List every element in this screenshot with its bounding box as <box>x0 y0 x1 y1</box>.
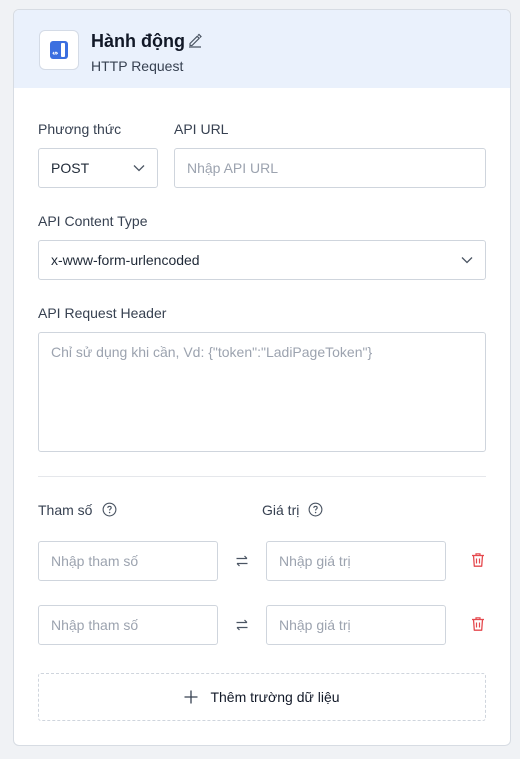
param-value-input[interactable] <box>279 553 433 569</box>
param-value-label: Giá trị <box>262 502 300 518</box>
api-url-input[interactable] <box>187 160 473 176</box>
http-request-icon <box>39 30 79 70</box>
param-value-field <box>266 605 446 645</box>
param-key-field <box>38 605 218 645</box>
question-circle-icon[interactable] <box>102 502 117 517</box>
http-request-action-panel: Hành động HTTP Request Phương thức POST … <box>13 9 511 746</box>
api-url-field <box>174 148 486 188</box>
panel-subtitle: HTTP Request <box>91 58 184 74</box>
param-key-field <box>38 541 218 581</box>
method-value: POST <box>51 160 90 176</box>
api-url-label: API URL <box>174 121 229 137</box>
param-value-field <box>266 541 446 581</box>
pencil-icon[interactable] <box>187 32 203 48</box>
method-label: Phương thức <box>38 121 122 137</box>
content-type-label: API Content Type <box>38 213 148 229</box>
method-select[interactable]: POST <box>38 148 158 188</box>
panel-title: Hành động <box>91 31 185 51</box>
chevron-down-icon <box>461 257 473 264</box>
question-circle-icon[interactable] <box>308 502 323 517</box>
content-type-value: x-www-form-urlencoded <box>51 252 200 268</box>
plus-icon <box>184 690 198 704</box>
param-key-label: Tham số <box>38 502 93 518</box>
request-header-label: API Request Header <box>38 305 167 321</box>
param-value-input[interactable] <box>279 617 433 633</box>
divider <box>38 476 486 477</box>
param-key-input[interactable] <box>51 617 205 633</box>
add-field-button[interactable]: Thêm trường dữ liệu <box>38 673 486 721</box>
request-header-textarea[interactable] <box>38 332 486 452</box>
content-type-select[interactable]: x-www-form-urlencoded <box>38 240 486 280</box>
trash-icon[interactable] <box>471 552 485 568</box>
add-field-label: Thêm trường dữ liệu <box>210 689 340 705</box>
panel-header: Hành động HTTP Request <box>14 10 510 88</box>
param-key-input[interactable] <box>51 553 205 569</box>
chevron-down-icon <box>133 165 145 172</box>
swap-arrows-icon <box>236 619 248 631</box>
trash-icon[interactable] <box>471 616 485 632</box>
swap-arrows-icon <box>236 555 248 567</box>
